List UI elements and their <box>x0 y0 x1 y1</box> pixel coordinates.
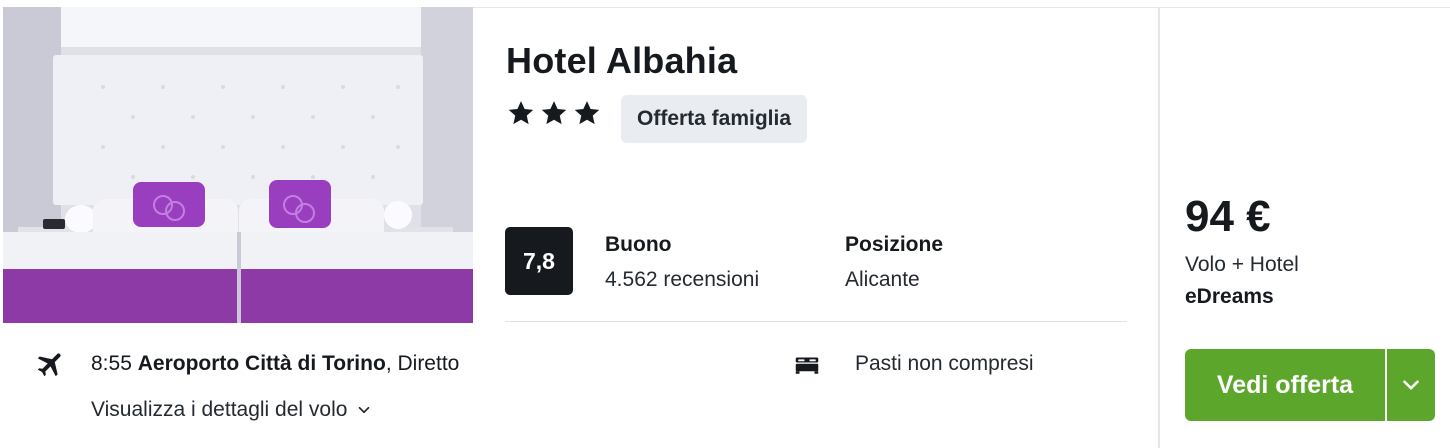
package-type: Volo + Hotel <box>1185 253 1299 276</box>
star-icon <box>508 101 534 125</box>
flight-info: 8:55 Aeroporto Città di Torino, Diretto <box>91 352 459 376</box>
airplane-icon <box>37 353 61 377</box>
family-offer-badge: Offerta famiglia <box>621 95 808 143</box>
divider <box>505 321 1127 322</box>
rating-score-badge: 7,8 <box>505 227 573 295</box>
view-offer-button[interactable]: Vedi offerta <box>1185 349 1385 421</box>
rating-label: Buono <box>605 233 672 256</box>
star-icon <box>574 101 600 125</box>
meals-info: Pasti non compresi <box>855 352 1034 375</box>
button-separator <box>1385 349 1387 421</box>
flight-type: , Diretto <box>385 352 460 375</box>
more-offers-dropdown-button[interactable] <box>1387 349 1435 421</box>
flight-airport: Aeroporto Città di Torino <box>137 352 386 375</box>
star-rating <box>506 98 602 128</box>
flight-details-toggle[interactable]: Visualizza i dettagli del volo <box>91 398 373 422</box>
bed-icon <box>795 357 819 374</box>
price: 94 € <box>1185 192 1271 241</box>
chevron-down-icon <box>1403 380 1419 390</box>
location-label: Posizione <box>845 233 944 256</box>
location-value: Alicante <box>845 268 920 291</box>
provider-name: eDreams <box>1185 285 1274 308</box>
chevron-down-icon <box>359 406 370 414</box>
star-icon <box>541 101 567 125</box>
hotel-photo[interactable] <box>3 7 473 323</box>
flight-details-label: Visualizza i dettagli del volo <box>91 398 348 421</box>
review-count: 4.562 recensioni <box>605 268 760 291</box>
offer-button-group: Vedi offerta <box>1185 349 1435 421</box>
hotel-name[interactable]: Hotel Albahia <box>506 40 737 82</box>
vertical-divider <box>1158 7 1160 448</box>
flight-time: 8:55 <box>91 352 132 375</box>
